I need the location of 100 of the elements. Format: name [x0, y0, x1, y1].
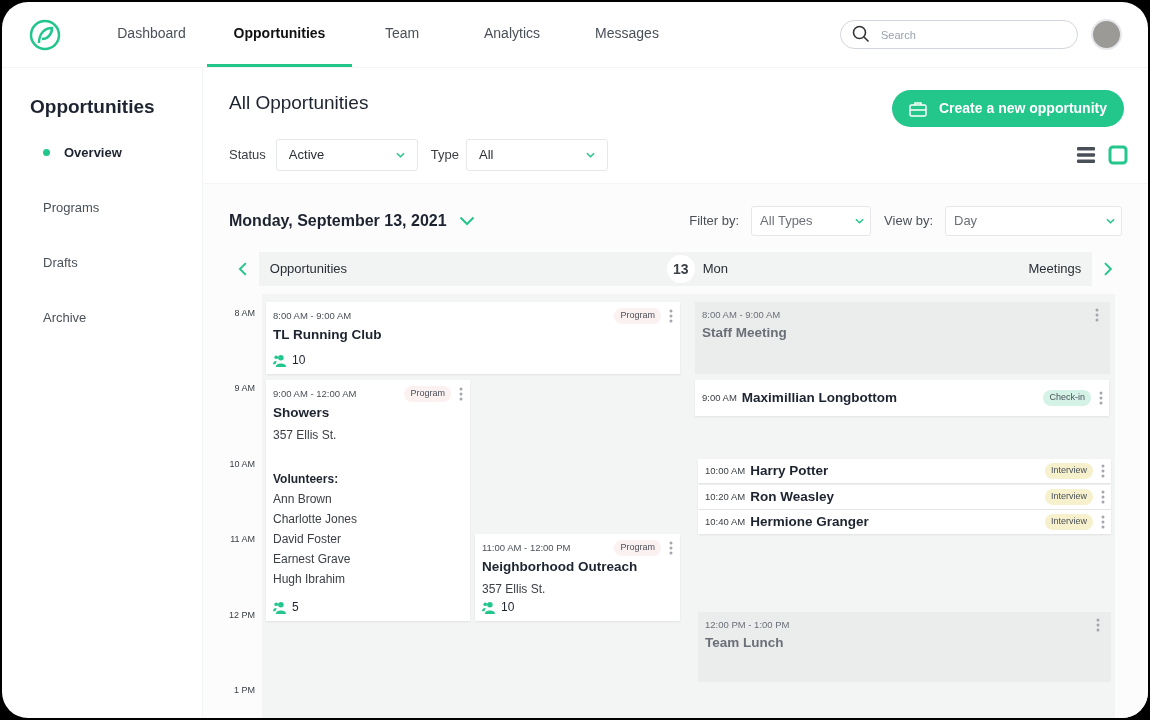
volunteer-name: Earnest Grave	[273, 550, 352, 568]
meeting-block[interactable]: 8:00 AM - 9:00 AM Staff Meeting	[695, 302, 1110, 374]
nav-tab[interactable]: Team	[352, 2, 452, 67]
nav-tab[interactable]: Dashboard	[96, 2, 207, 67]
more-options-icon[interactable]	[1101, 515, 1105, 529]
event-time: 9:00 AM - 12:00 AM	[273, 386, 357, 401]
volunteer-name: Charlotte Jones	[273, 510, 359, 528]
meeting-title: Staff Meeting	[702, 324, 788, 343]
attendee-count: 5	[292, 599, 299, 616]
nav-tab[interactable]: Opportunities	[207, 2, 352, 67]
people-icon	[273, 353, 286, 367]
chevron-down-icon[interactable]	[458, 216, 475, 226]
column-heading: Meetings	[1028, 260, 1082, 279]
more-options-icon[interactable]	[459, 386, 463, 401]
meeting-tag: Check-in	[1043, 390, 1091, 406]
meeting-title: Harry Potter	[750, 461, 829, 480]
nav-tab[interactable]: Analytics	[452, 2, 572, 67]
event-title: Neighborhood Outreach	[482, 557, 639, 576]
more-options-icon[interactable]	[1099, 391, 1103, 405]
meeting-tag: Interview	[1045, 489, 1093, 505]
attendee-count: 10	[292, 352, 306, 369]
meeting-row[interactable]: 10:20 AM Ron Weasley Interview	[698, 485, 1111, 509]
list-view-icon[interactable]	[1076, 145, 1096, 165]
volunteer-name: Ann Brown	[273, 490, 333, 508]
meeting-time: 10:00 AM	[705, 463, 746, 478]
search-icon	[852, 25, 870, 43]
hour-label: 11 AM	[230, 533, 255, 547]
page-title: All Opportunities	[229, 91, 369, 115]
sidebar-item[interactable]: Drafts	[43, 252, 78, 273]
hour-label: 10 AM	[229, 457, 255, 471]
more-options-icon[interactable]	[1101, 490, 1105, 504]
meeting-time: 10:40 AM	[705, 514, 746, 529]
filter-dropdown[interactable]: All	[466, 139, 609, 171]
filter-label: Type	[430, 146, 460, 165]
meeting-row[interactable]: 10:00 AM Harry Potter Interview	[698, 459, 1111, 483]
meeting-row[interactable]: 9:00 AM Maximillian Longbottom Check-in	[695, 380, 1109, 416]
hour-label: 1 PM	[234, 684, 255, 697]
volunteer-name: David Foster	[273, 530, 343, 548]
column-heading: Opportunities	[269, 260, 348, 279]
calendar-view-icon[interactable]	[1108, 145, 1128, 165]
meeting-time: 9:00 AM	[702, 390, 737, 405]
sidebar-item[interactable]: Archive	[43, 307, 87, 328]
event-time: 8:00 AM - 9:00 AM	[273, 308, 352, 323]
people-icon	[273, 600, 286, 614]
filter-label: View by:	[884, 212, 933, 231]
meeting-time: 8:00 AM - 9:00 AM	[702, 308, 781, 322]
chevron-down-icon	[586, 152, 596, 158]
more-options-icon[interactable]	[669, 308, 673, 323]
meeting-title: Team Lunch	[705, 634, 785, 653]
event-tag: Program	[404, 386, 451, 402]
nav-tab[interactable]: Messages	[572, 2, 682, 67]
meeting-block[interactable]: 12:00 PM - 1:00 PM Team Lunch	[698, 612, 1111, 682]
event-time: 11:00 AM - 12:00 PM	[482, 540, 571, 555]
meeting-tag: Interview	[1045, 463, 1093, 479]
event-address: 357 Ellis St.	[482, 580, 547, 598]
event-card[interactable]: 11:00 AM - 12:00 PM Program Neighborhood Outreach 357 Ellis St. 10	[475, 534, 680, 621]
event-card[interactable]: 8:00 AM - 9:00 AM Program TL Running Club 10	[266, 302, 680, 374]
dropdown-value: Day	[954, 212, 978, 231]
meeting-title: Hermione Granger	[750, 512, 869, 531]
search-field[interactable]: Search	[840, 20, 1078, 49]
meeting-tag: Interview	[1045, 514, 1093, 530]
meeting-time: 10:20 AM	[705, 489, 746, 504]
more-options-icon[interactable]	[1095, 308, 1099, 323]
logo-icon[interactable]	[29, 18, 61, 51]
filter-dropdown[interactable]: All Types	[751, 206, 872, 236]
meeting-row[interactable]: 10:40 AM Hermione Granger Interview	[698, 510, 1111, 534]
chevron-down-icon	[1106, 218, 1115, 224]
event-tag: Program	[614, 308, 661, 324]
dropdown-value: All Types	[760, 212, 813, 231]
filter-dropdown[interactable]: Active	[275, 139, 418, 171]
attendee-count: 10	[501, 599, 515, 616]
more-options-icon[interactable]	[669, 540, 673, 555]
filter-label: Status	[229, 146, 266, 165]
day-name: Mon	[702, 260, 729, 279]
people-icon	[482, 600, 495, 614]
chevron-left-icon[interactable]	[238, 262, 248, 276]
hour-label: 8 AM	[234, 307, 255, 320]
chevron-down-icon	[855, 218, 865, 224]
day-number: 13	[666, 255, 695, 283]
dropdown-value: Active	[288, 146, 325, 165]
hour-label: 12 PM	[229, 608, 255, 622]
event-title: Showers	[273, 403, 331, 422]
sidebar-item[interactable]: Overview	[64, 142, 122, 163]
event-card[interactable]: 9:00 AM - 12:00 AM Program Showers 357 Ellis St. Volunteers: Ann Brown Charlotte Jones David Foster Earnest Grave Hugh Ibrahim 5	[266, 380, 470, 621]
event-tag: Program	[614, 540, 661, 556]
more-options-icon[interactable]	[1101, 464, 1105, 478]
more-options-icon[interactable]	[1096, 618, 1100, 633]
chevron-down-icon	[395, 152, 405, 158]
filter-dropdown[interactable]: Day	[945, 206, 1122, 236]
filter-label: Filter by:	[689, 212, 740, 231]
chevron-right-icon[interactable]	[1103, 262, 1113, 276]
avatar[interactable]	[1091, 19, 1122, 50]
dropdown-value: All	[479, 146, 494, 165]
volunteer-name: Hugh Ibrahim	[273, 570, 347, 588]
meeting-title: Maximillian Longbottom	[741, 388, 898, 407]
hour-label: 9 AM	[234, 382, 255, 396]
briefcase-icon	[909, 100, 927, 117]
event-title: TL Running Club	[273, 325, 383, 344]
volunteers-label: Volunteers:	[273, 470, 340, 488]
sidebar-item[interactable]: Programs	[43, 197, 100, 218]
